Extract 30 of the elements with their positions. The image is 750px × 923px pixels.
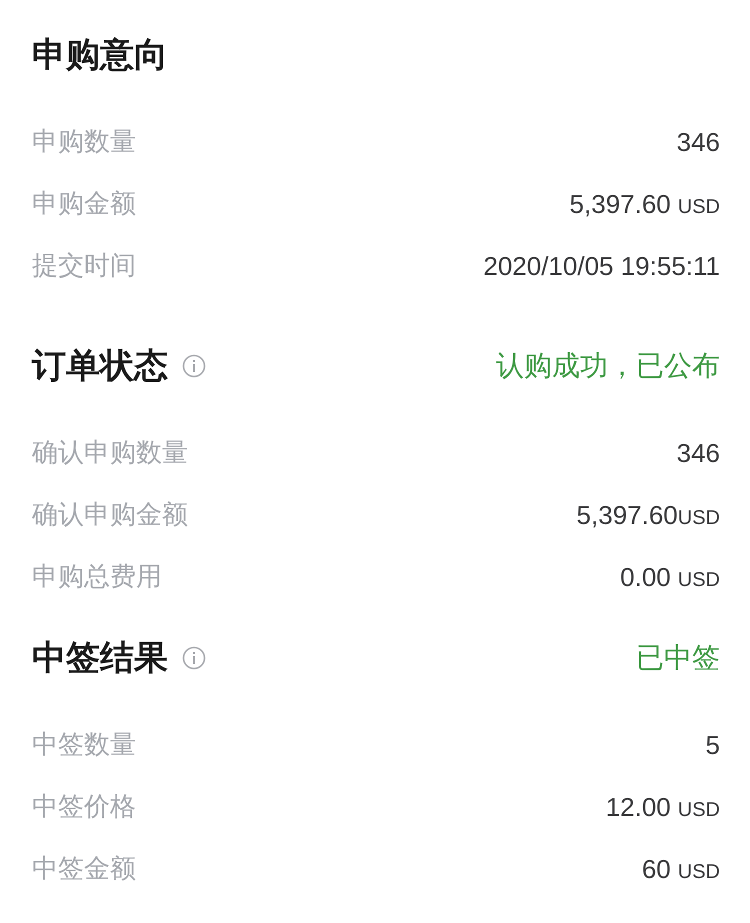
row-value: 5 bbox=[706, 728, 720, 762]
status-text: 已中签 bbox=[636, 640, 720, 676]
row-label: 确认申购金额 bbox=[32, 498, 188, 532]
row-label: 提交时间 bbox=[32, 250, 136, 282]
unit-label: USD bbox=[676, 194, 720, 220]
row-value: 0.00 bbox=[620, 560, 671, 594]
unit-label: USD bbox=[676, 798, 720, 822]
section-title: 中签结果 bbox=[32, 636, 168, 680]
row-label: 申购数量 bbox=[32, 126, 136, 158]
row-label: 申购总费用 bbox=[32, 560, 162, 594]
row-label: 申购金额 bbox=[32, 188, 136, 220]
row-label: 中签价格 bbox=[32, 790, 136, 824]
row-value: 5,397.60 bbox=[570, 188, 671, 220]
row-value: 12.00 bbox=[606, 790, 671, 824]
info-icon[interactable] bbox=[182, 646, 206, 670]
section-title: 申购意向 bbox=[32, 34, 168, 76]
status-text: 认购成功，已公布 bbox=[496, 348, 720, 384]
row-value: 60 bbox=[642, 852, 671, 886]
row-label: 确认申购数量 bbox=[32, 436, 188, 470]
unit-label: USD bbox=[676, 860, 720, 884]
unit-label: USD bbox=[676, 568, 720, 592]
row-label: 中签金额 bbox=[32, 852, 136, 886]
info-icon[interactable] bbox=[182, 354, 206, 378]
row-value: 2020/10/05 19:55:11 bbox=[483, 250, 720, 282]
unit-label: USD bbox=[678, 506, 720, 530]
row-value: 5,397.60 bbox=[576, 498, 678, 532]
row-value: 346 bbox=[676, 436, 720, 470]
section-title: 订单状态 bbox=[32, 344, 168, 388]
row-label: 中签数量 bbox=[32, 728, 136, 762]
row-value: 346 bbox=[676, 126, 720, 158]
